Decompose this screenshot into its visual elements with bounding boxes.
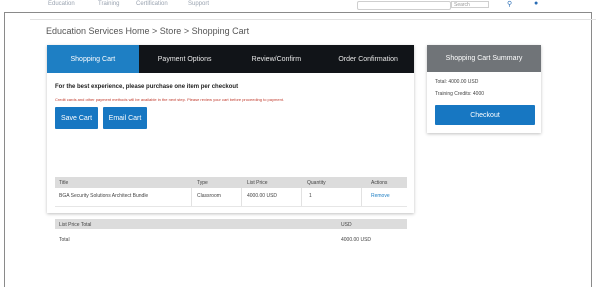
- divider: [30, 19, 596, 20]
- email-cart-button[interactable]: Email Cart: [103, 107, 147, 129]
- save-cart-button[interactable]: Save Cart: [55, 107, 98, 129]
- tab-payment-options[interactable]: Payment Options: [139, 45, 231, 73]
- divider: [361, 188, 362, 206]
- checkout-steps: Shopping Cart Payment Options Review/Con…: [47, 45, 414, 73]
- item-quantity[interactable]: 1: [309, 193, 312, 199]
- column-actions: Actions: [371, 180, 388, 186]
- shopping-cart-panel: Shopping Cart Payment Options Review/Con…: [47, 45, 414, 243]
- search-icon[interactable]: ⚲: [507, 0, 512, 8]
- divider: [301, 188, 302, 206]
- totals-table-header: List Price Total USD: [55, 219, 407, 229]
- table-row: BGA Security Solutions Architect Bundle …: [55, 188, 407, 207]
- user-icon[interactable]: ●: [534, 0, 538, 7]
- total-value: 4000.00 USD: [341, 237, 372, 243]
- top-navigation: Education Training Certification Support…: [0, 0, 596, 10]
- column-list-price: List Price: [247, 180, 268, 186]
- search-scope-select[interactable]: Search: [451, 1, 489, 8]
- remove-item-link[interactable]: Remove: [371, 193, 390, 199]
- tab-review-confirm[interactable]: Review/Confirm: [231, 45, 323, 73]
- summary-training-credits: Training Credits: 4000: [435, 91, 485, 97]
- summary-title: Shopping Cart Summary: [427, 45, 541, 72]
- items-table-header: Title Type List Price Quantity Actions: [55, 177, 407, 188]
- item-type: Classroom: [197, 193, 221, 199]
- column-currency: USD: [341, 222, 352, 228]
- table-row: Total 4000.00 USD: [55, 237, 407, 247]
- checkout-button[interactable]: Checkout: [435, 105, 535, 125]
- divider: [191, 188, 192, 206]
- nav-link-training[interactable]: Training: [98, 1, 119, 7]
- best-experience-message: For the best experience, please purchase…: [55, 84, 239, 90]
- nav-link-certification[interactable]: Certification: [136, 1, 168, 7]
- column-title: Title: [59, 180, 69, 186]
- payment-note: Credit cards and other payment methods w…: [55, 97, 285, 102]
- divider: [241, 188, 242, 206]
- tab-shopping-cart[interactable]: Shopping Cart: [47, 45, 139, 73]
- item-price: 4000.00 USD: [247, 193, 278, 199]
- column-type: Type: [197, 180, 208, 186]
- column-quantity: Quantity: [307, 180, 326, 186]
- search-input[interactable]: [357, 1, 451, 10]
- nav-link-support[interactable]: Support: [188, 1, 209, 7]
- total-label: Total: [59, 237, 70, 243]
- column-list-price-total: List Price Total: [59, 222, 92, 228]
- item-title: BGA Security Solutions Architect Bundle: [59, 193, 149, 199]
- nav-link-education[interactable]: Education: [48, 1, 75, 7]
- tab-order-confirmation[interactable]: Order Confirmation: [322, 45, 414, 73]
- breadcrumb: Education Services Home > Store > Shoppi…: [46, 26, 250, 36]
- summary-total: Total: 4000.00 USD: [435, 79, 479, 85]
- cart-summary-panel: Shopping Cart Summary Total: 4000.00 USD…: [427, 45, 541, 133]
